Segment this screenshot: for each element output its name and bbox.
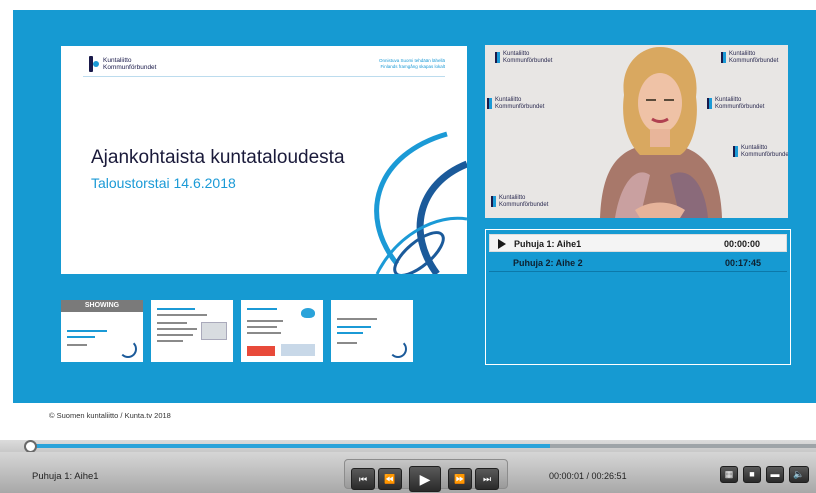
- speaker-figure: [600, 47, 722, 218]
- rewind-button[interactable]: ⏪: [378, 468, 402, 490]
- slide-title: Ajankohtaista kuntataloudesta: [91, 147, 345, 168]
- backdrop-logo-mark-icon: [491, 196, 496, 207]
- layout-grid-button[interactable]: ▦: [720, 466, 738, 483]
- seek-bar[interactable]: [0, 440, 816, 453]
- chapter-label: Puhuja 2: Aihe 2: [513, 258, 583, 268]
- speaker-icon: 🔈: [793, 469, 805, 479]
- backdrop-logo-line-2: Kommunförbundet: [499, 201, 549, 208]
- play-indicator-icon: [498, 239, 506, 249]
- copyright-text: © Suomen kuntaliitto / Kunta.tv 2018: [49, 411, 171, 420]
- backdrop-logo-mark-icon: [487, 98, 492, 109]
- control-bar: Puhuja 1: Aihe1 ⏮ ⏪ ▶ ⏩ ⏭ 00:00:01 / 00:…: [0, 452, 816, 493]
- swirl-graphic-icon: [374, 131, 467, 274]
- layout-slide-button[interactable]: ■: [743, 466, 761, 483]
- timecode: 00:00:01 / 00:26:51: [549, 471, 627, 481]
- layout-split-button[interactable]: ▬: [766, 466, 784, 483]
- play-button[interactable]: ▶: [409, 466, 441, 492]
- backdrop-logo-line-2: Kommunförbundet: [495, 103, 545, 110]
- slide-divider: [83, 76, 445, 77]
- presentation-stage: Kuntaliitto Kommunförbundet Onnistuva Su…: [13, 10, 816, 403]
- logo-line-1: Kuntaliitto: [103, 57, 132, 64]
- slide-layout-icon: ■: [749, 469, 755, 479]
- backdrop-logo-line-1: Kuntaliitto: [495, 97, 522, 103]
- backdrop-logo: Kuntaliitto Kommunförbundet: [495, 51, 552, 64]
- chapter-list: Puhuja 1: Aihe1 00:00:00 Puhuja 2: Aihe …: [485, 229, 791, 365]
- next-chapter-button[interactable]: ⏭: [475, 468, 499, 490]
- slide-thumbnail[interactable]: [151, 300, 233, 362]
- split-layout-icon: ▬: [770, 469, 780, 479]
- tagline-line-2: Finlands framgång skapas lokalt: [380, 63, 445, 69]
- skip-back-icon: ⏮: [358, 474, 368, 484]
- grid-icon: ▦: [724, 469, 734, 479]
- chapter-item[interactable]: Puhuja 1: Aihe1 00:00:00: [489, 234, 787, 252]
- fast-forward-button[interactable]: ⏩: [448, 468, 472, 490]
- swirl-mini-icon: [119, 340, 137, 358]
- backdrop-logo-line-2: Kommunförbundet: [741, 151, 788, 158]
- skip-forward-icon: ⏭: [482, 474, 492, 484]
- fast-forward-icon: ⏩: [454, 474, 466, 484]
- volume-button[interactable]: 🔈: [789, 466, 809, 483]
- kuntaliitto-logo: Kuntaliitto Kommunförbundet: [89, 56, 156, 72]
- slide-subtitle: Taloustorstai 14.6.2018: [91, 175, 236, 191]
- transport-controls: ⏮ ⏪ ▶ ⏩ ⏭: [344, 459, 508, 492]
- backdrop-logo-line-2: Kommunförbundet: [503, 57, 553, 64]
- thumb-image: [201, 322, 227, 340]
- backdrop-logo-line-1: Kuntaliitto: [499, 195, 526, 201]
- chapter-time: 00:17:45: [724, 258, 761, 268]
- slide-thumbnail[interactable]: [331, 300, 413, 362]
- backdrop-logo-line-1: Kuntaliitto: [503, 51, 530, 57]
- play-icon: ▶: [419, 471, 431, 487]
- twitter-bird-icon: [301, 308, 315, 318]
- swirl-mini-icon: [389, 340, 407, 358]
- logo-line-2: Kommunförbundet: [103, 64, 157, 71]
- buffered-progress: [26, 444, 550, 448]
- slide-tagline: Onnistuva Suomi tehdään lähellä Finlands…: [379, 58, 445, 69]
- tagline-line-1: Onnistuva Suomi tehdään lähellä: [378, 58, 445, 63]
- backdrop-logo: Kuntaliitto Kommunförbundet: [487, 97, 544, 110]
- rewind-icon: ⏪: [384, 474, 396, 484]
- slide-thumbnail[interactable]: [241, 300, 323, 362]
- backdrop-logo-line-1: Kuntaliitto: [741, 145, 768, 151]
- unbuffered-track: [550, 444, 816, 448]
- backdrop-logo: Kuntaliitto Kommunförbundet: [733, 145, 788, 158]
- presentation-player: Kuntaliitto Kommunförbundet Onnistuva Su…: [0, 0, 816, 493]
- showing-badge: SHOWING: [61, 300, 143, 312]
- thumb-image: [281, 344, 315, 356]
- thumb-image: [247, 346, 275, 356]
- backdrop-logo-mark-icon: [495, 52, 500, 63]
- prev-chapter-button[interactable]: ⏮: [351, 468, 375, 490]
- backdrop-logo: Kuntaliitto Kommunförbundet: [491, 195, 548, 208]
- speaker-video[interactable]: Kuntaliitto Kommunförbundet Kuntaliitto Ko…: [485, 45, 788, 218]
- current-chapter-label: Puhuja 1: Aihe1: [32, 471, 99, 482]
- main-slide: Kuntaliitto Kommunförbundet Onnistuva Su…: [61, 46, 467, 274]
- logo-mark-icon: [89, 56, 99, 72]
- chapter-label: Puhuja 1: Aihe1: [514, 239, 582, 249]
- chapter-item[interactable]: Puhuja 2: Aihe 2 00:17:45: [489, 254, 787, 272]
- chapter-time: 00:00:00: [723, 239, 760, 249]
- slide-thumbnail[interactable]: SHOWING: [61, 300, 143, 362]
